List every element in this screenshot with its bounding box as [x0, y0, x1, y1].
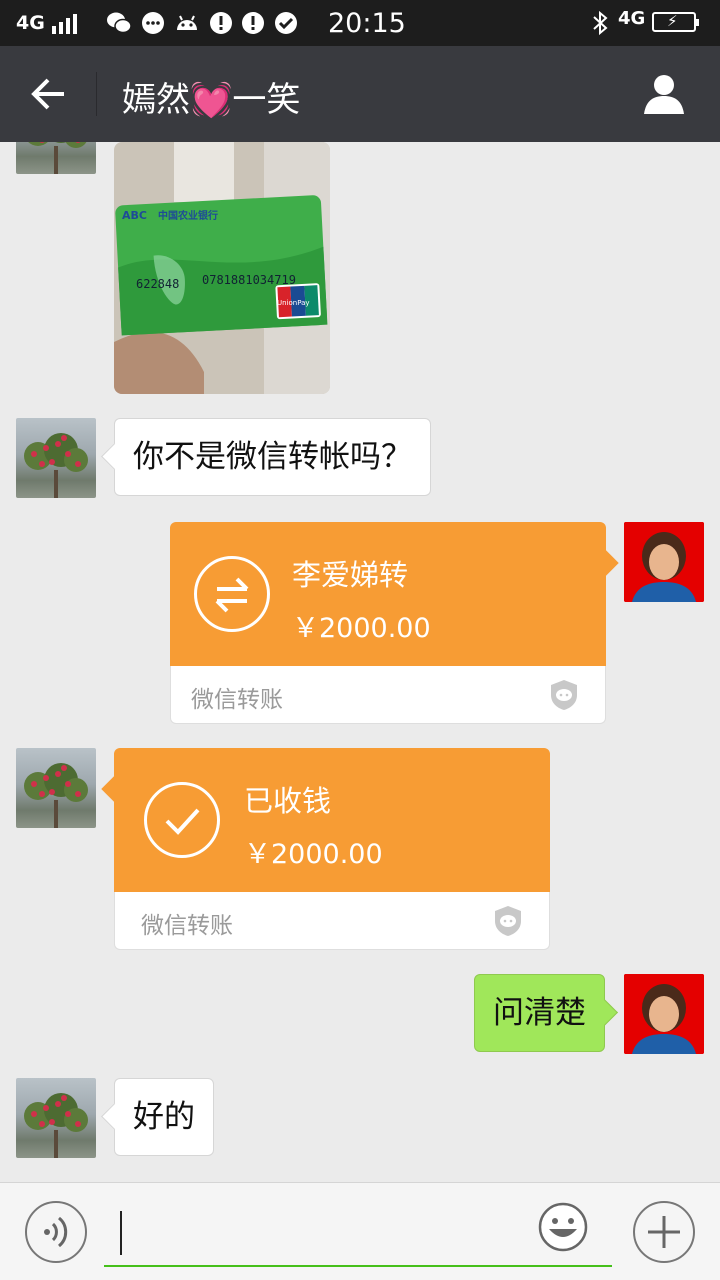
transfer-amount: ￥2000.00	[244, 839, 383, 870]
input-bar	[0, 1182, 720, 1280]
tree-avatar-image	[24, 763, 88, 828]
message-icon	[142, 12, 164, 34]
transfer-arrows-icon	[194, 556, 270, 632]
alert-icon	[210, 12, 232, 34]
wechat-pay-shield-icon	[551, 680, 577, 710]
tree-avatar-image	[24, 1093, 88, 1158]
title-prefix: 嫣然	[122, 80, 190, 120]
title-suffix: 一笑	[232, 80, 301, 120]
transfer-label: 微信转账	[191, 687, 283, 713]
contact-avatar[interactable]	[16, 748, 96, 828]
clock: 20:15	[328, 8, 406, 39]
wechat-pay-shield-icon	[495, 906, 521, 936]
card-number-right: 0781881034719	[202, 273, 296, 287]
card-number-left: 622848	[136, 277, 179, 291]
status-bar: 4G 20:15 4G ⚡	[0, 0, 720, 46]
unionpay-text: UnionPay	[277, 299, 310, 307]
bank-card-photo: ABC 中国农业银行 622848 0781881034719 UnionPay	[114, 142, 330, 394]
transfer-card-top: 已收钱 ￥2000.00	[114, 748, 550, 892]
android-icon	[177, 15, 197, 30]
bluetooth-icon	[593, 10, 608, 36]
my-avatar-image	[624, 522, 704, 602]
tree-avatar-image	[28, 142, 87, 174]
chat-header: 嫣然💓一笑	[0, 46, 720, 142]
contact-avatar[interactable]	[16, 142, 96, 174]
transfer-title: 李爱娣转	[292, 558, 409, 592]
transfer-amount: ￥2000.00	[292, 613, 431, 644]
transfer-label: 微信转账	[141, 913, 233, 939]
check-circle-icon	[275, 12, 297, 34]
signal-icon	[52, 14, 77, 34]
contact-avatar[interactable]	[16, 418, 96, 498]
transfer-card-sent[interactable]: 李爱娣转 ￥2000.00 微信转账	[170, 522, 606, 724]
image-message[interactable]: ABC 中国农业银行 622848 0781881034719 UnionPay	[114, 142, 330, 394]
my-avatar[interactable]	[624, 974, 704, 1054]
transfer-card-top: 李爱娣转 ￥2000.00	[170, 522, 606, 666]
voice-icon[interactable]	[25, 1201, 87, 1263]
message-bubble[interactable]: 你不是微信转帐吗？	[114, 418, 431, 496]
transfer-card-footer: 微信转账	[114, 892, 550, 950]
transfer-title: 已收钱	[244, 784, 332, 818]
bank-code: ABC	[122, 209, 147, 222]
chat-title: 嫣然💓一笑	[122, 72, 300, 121]
check-icon	[144, 782, 220, 858]
my-avatar[interactable]	[624, 522, 704, 602]
title-divider	[96, 72, 97, 116]
message-bubble[interactable]: 好的	[114, 1078, 214, 1156]
plus-icon[interactable]	[633, 1201, 695, 1263]
message-input[interactable]	[104, 1203, 612, 1267]
tree-avatar-image	[24, 433, 88, 498]
back-arrow-icon[interactable]	[22, 70, 74, 118]
person-icon[interactable]	[640, 70, 688, 118]
wechat-icon	[107, 12, 132, 34]
battery-icon: ⚡	[652, 12, 699, 32]
message-list[interactable]: ABC 中国农业银行 622848 0781881034719 UnionPay…	[0, 142, 720, 1182]
contact-avatar[interactable]	[16, 1078, 96, 1158]
emoji-icon[interactable]	[537, 1201, 589, 1253]
transfer-card-received[interactable]: 已收钱 ￥2000.00 微信转账	[114, 748, 550, 950]
alert-icon	[242, 12, 264, 34]
my-avatar-image	[624, 974, 704, 1054]
message-bubble-sent[interactable]: 问清楚	[474, 974, 605, 1052]
transfer-card-footer: 微信转账	[170, 666, 606, 724]
network-type: 4G	[16, 12, 45, 34]
heart-icon: 💓	[190, 80, 233, 120]
network-type-right: 4G	[618, 8, 646, 29]
bank-name: 中国农业银行	[158, 209, 218, 222]
text-cursor	[120, 1211, 122, 1255]
